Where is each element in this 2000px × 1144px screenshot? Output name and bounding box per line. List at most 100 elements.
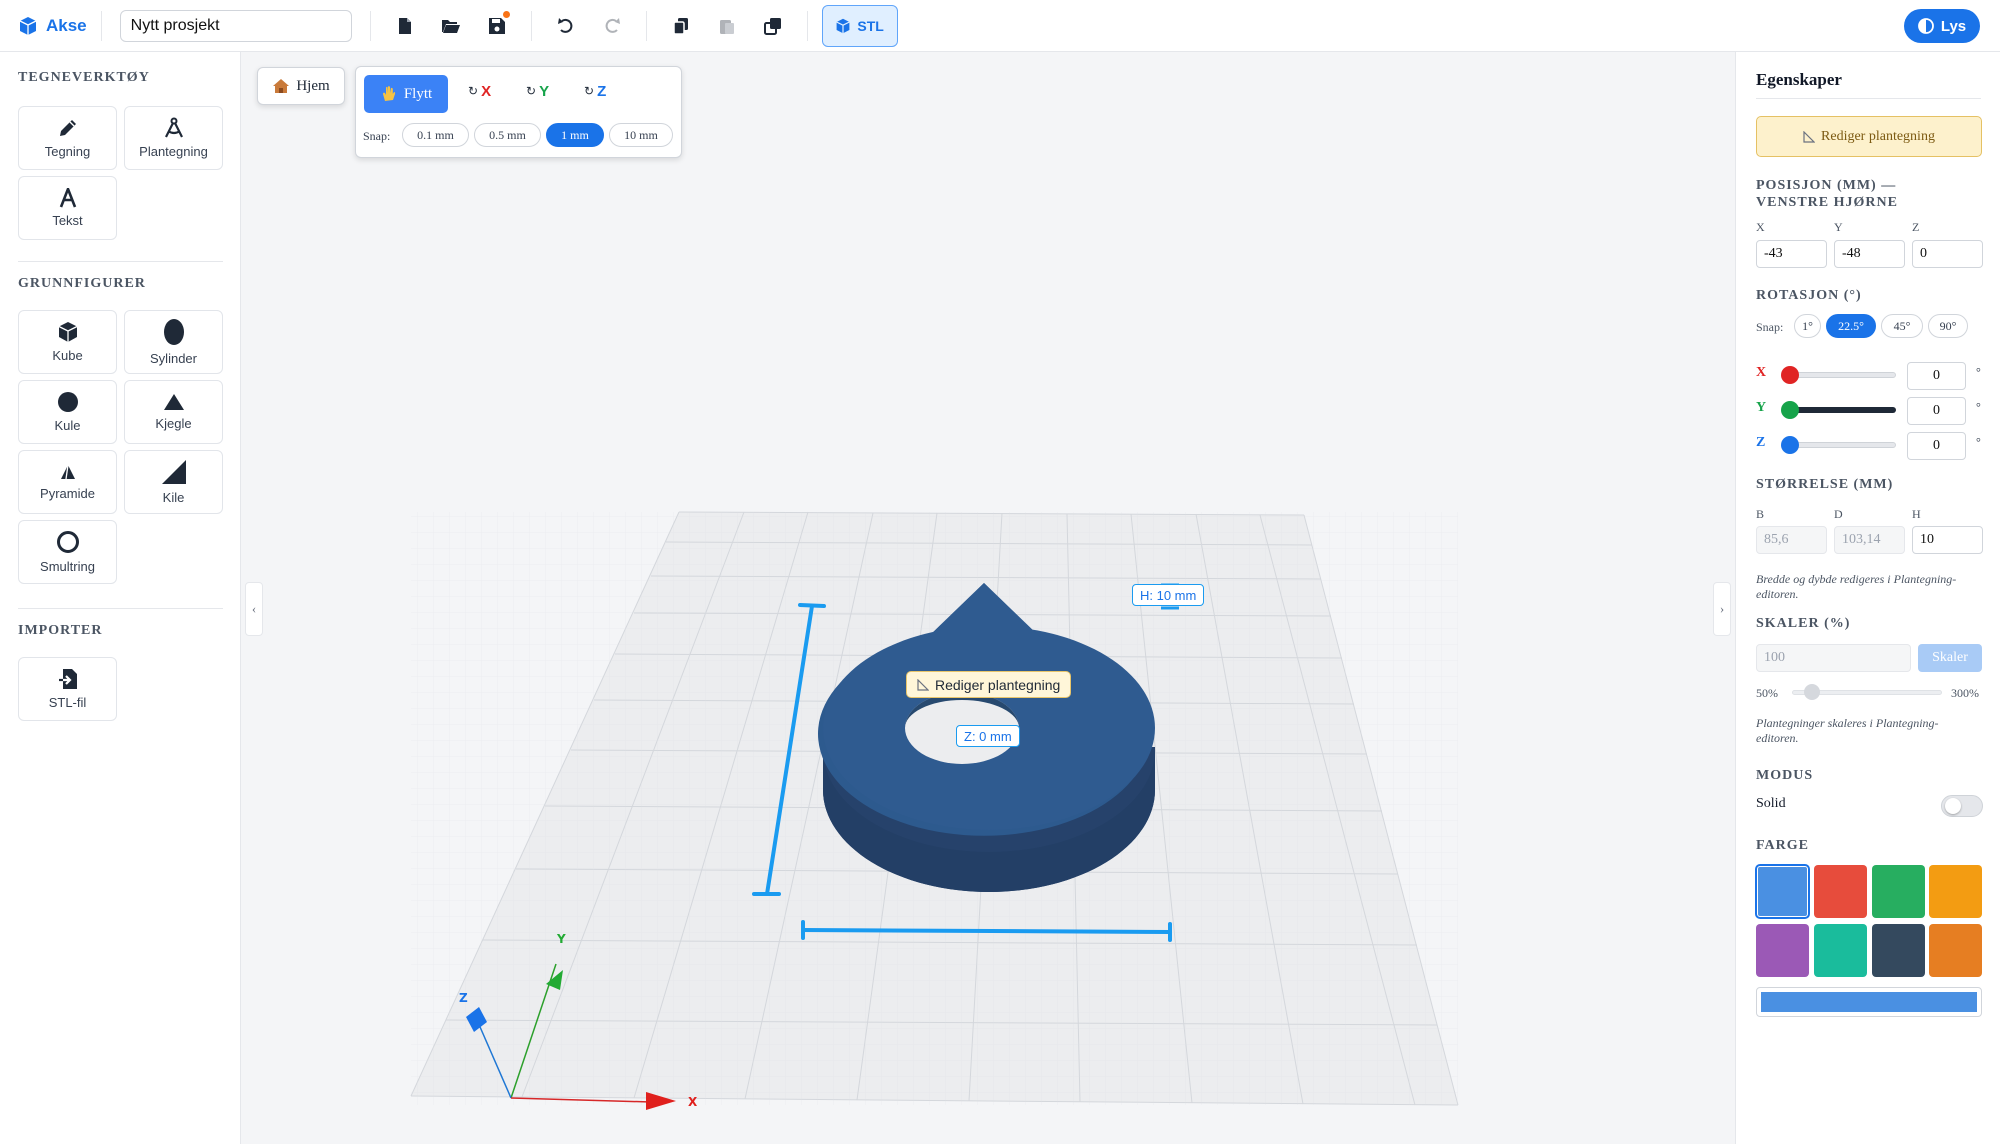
color-swatch[interactable] (1756, 924, 1809, 977)
rotate-z-button[interactable]: ↻ Z (584, 83, 606, 100)
duplicate-icon (763, 17, 781, 35)
rotate-x-label: X (481, 83, 492, 100)
stl-export-button[interactable]: STL (821, 4, 898, 47)
color-swatch[interactable] (1872, 924, 1925, 977)
z-tag[interactable]: Z: 0 mm (956, 725, 1020, 747)
cube-icon (19, 16, 37, 35)
rotation-snap-90[interactable]: 90° (1928, 314, 1968, 338)
app-name: Akse (46, 15, 87, 35)
shape-torus[interactable]: Smultring (18, 520, 117, 584)
shape-cylinder[interactable]: Sylinder (124, 310, 223, 374)
color-swatch[interactable] (1755, 864, 1810, 919)
rotation-snap-1[interactable]: 1° (1794, 314, 1821, 338)
scale-button[interactable]: Skaler (1918, 644, 1982, 672)
rotate-y-button[interactable]: ↻ Y (526, 83, 549, 100)
new-file-button[interactable] (385, 6, 425, 46)
rotation-z-slider[interactable] (1788, 442, 1896, 448)
shape-sphere[interactable]: Kule (18, 380, 117, 444)
wedge-icon (161, 460, 186, 484)
position-z-input[interactable]: 0 (1912, 240, 1983, 268)
height-tag[interactable]: H: 10 mm (1132, 584, 1205, 606)
shape-pyramid[interactable]: Pyramide (18, 450, 117, 514)
theme-toggle-button[interactable]: Lys (1904, 9, 1980, 43)
rotation-y-slider[interactable] (1788, 407, 1896, 413)
import-stl-button[interactable]: STL-fil (18, 657, 117, 721)
unsaved-indicator (502, 10, 510, 18)
color-swatch[interactable] (1814, 865, 1867, 918)
solid-toggle[interactable] (1941, 795, 1983, 817)
rotation-x-thumb[interactable] (1781, 366, 1799, 384)
ruler-triangle-icon (1803, 130, 1816, 143)
open-button[interactable] (431, 6, 471, 46)
save-button[interactable] (477, 6, 517, 46)
snap-option-10[interactable]: 10 mm (609, 123, 673, 147)
snap-option-0.5[interactable]: 0.5 mm (474, 123, 541, 147)
rotate-icon: ↻ (526, 84, 537, 98)
home-label: Hjem (296, 77, 330, 94)
move-label: Flytt (403, 85, 433, 102)
tool-text-label: Tekst (52, 213, 83, 228)
snap-option-0.1[interactable]: 0.1 mm (402, 123, 469, 147)
tool-drawing[interactable]: Tegning (18, 106, 117, 170)
degree-unit: ° (1976, 365, 1981, 379)
paste-button[interactable] (707, 6, 747, 46)
tool-floorplan[interactable]: Plantegning (124, 106, 223, 170)
divider (369, 10, 371, 41)
rotation-z-thumb[interactable] (1781, 436, 1799, 454)
custom-color-preview (1761, 992, 1977, 1012)
hand-icon (382, 86, 395, 101)
shape-wedge[interactable]: Kile (124, 450, 223, 514)
edit-floorplan-button[interactable]: Rediger plantegning (1756, 116, 1982, 157)
rotation-y-input[interactable]: 0 (1907, 397, 1966, 425)
undo-button[interactable] (546, 6, 586, 46)
size-depth-input[interactable]: 103,14 (1834, 526, 1905, 554)
scale-input[interactable]: 100 (1756, 644, 1911, 672)
edit-floorplan-label: Rediger plantegning (1821, 128, 1935, 144)
redo-button[interactable] (592, 6, 632, 46)
size-width-input[interactable]: 85,6 (1756, 526, 1827, 554)
snap-label: Snap: (363, 129, 391, 143)
snap-option-1[interactable]: 1 mm (546, 123, 604, 147)
rotation-y-thumb[interactable] (1781, 401, 1799, 419)
color-swatch[interactable] (1929, 865, 1982, 918)
mode-label: Solid (1756, 796, 1786, 811)
rotation-snap-45[interactable]: 45° (1881, 314, 1923, 338)
scale-max-label: 300% (1951, 686, 1979, 700)
edit-floorplan-tag[interactable]: Rediger plantegning (906, 671, 1072, 698)
rotate-x-button[interactable]: ↻ X (468, 83, 491, 100)
rotate-y-label: Y (539, 83, 550, 100)
tool-text[interactable]: Tekst (18, 176, 117, 240)
properties-panel: Egenskaper Rediger plantegning POSISJON … (1735, 52, 2000, 1144)
rotation-snap-22.5[interactable]: 22.5° (1826, 314, 1876, 338)
move-button[interactable]: Flytt (364, 75, 448, 113)
shape-cube[interactable]: Kube (18, 310, 117, 374)
color-swatch[interactable] (1814, 924, 1867, 977)
divider (530, 10, 532, 41)
size-height-input[interactable]: 10 (1912, 526, 1983, 554)
axis-x-label: X (688, 1095, 698, 1109)
color-swatch[interactable] (1929, 924, 1982, 977)
shape-cone[interactable]: Kjegle (124, 380, 223, 444)
scale-slider-thumb[interactable] (1804, 684, 1820, 700)
stl-label: STL (857, 17, 884, 34)
rotation-x-input[interactable]: 0 (1907, 362, 1966, 390)
copy-button[interactable] (661, 6, 701, 46)
cube-icon (836, 18, 851, 33)
3d-viewport[interactable]: Y Z X H: 10 mm Rediger plantegning Z: 0 … (241, 52, 1735, 1144)
rotation-z-input[interactable]: 0 (1907, 432, 1966, 460)
collapse-right-button[interactable]: › (1713, 582, 1731, 636)
color-swatch[interactable] (1872, 865, 1925, 918)
drawing-tools-heading: TEGNEVERKTØY (18, 70, 150, 85)
collapse-left-button[interactable]: ‹ (245, 582, 263, 636)
toggle-knob (1945, 798, 1961, 814)
home-button[interactable]: Hjem (257, 67, 345, 105)
custom-color-input[interactable] (1756, 987, 1982, 1017)
position-x-input[interactable]: -43 (1756, 240, 1827, 268)
rotation-x-slider[interactable] (1788, 372, 1896, 378)
mode-heading: MODUS (1756, 768, 1814, 783)
import-stl-label: STL-fil (48, 695, 87, 710)
position-y-input[interactable]: -48 (1834, 240, 1905, 268)
app-logo[interactable]: Akse (18, 16, 87, 36)
duplicate-button[interactable] (753, 6, 793, 46)
project-name-input[interactable]: Nytt prosjekt (119, 9, 352, 42)
